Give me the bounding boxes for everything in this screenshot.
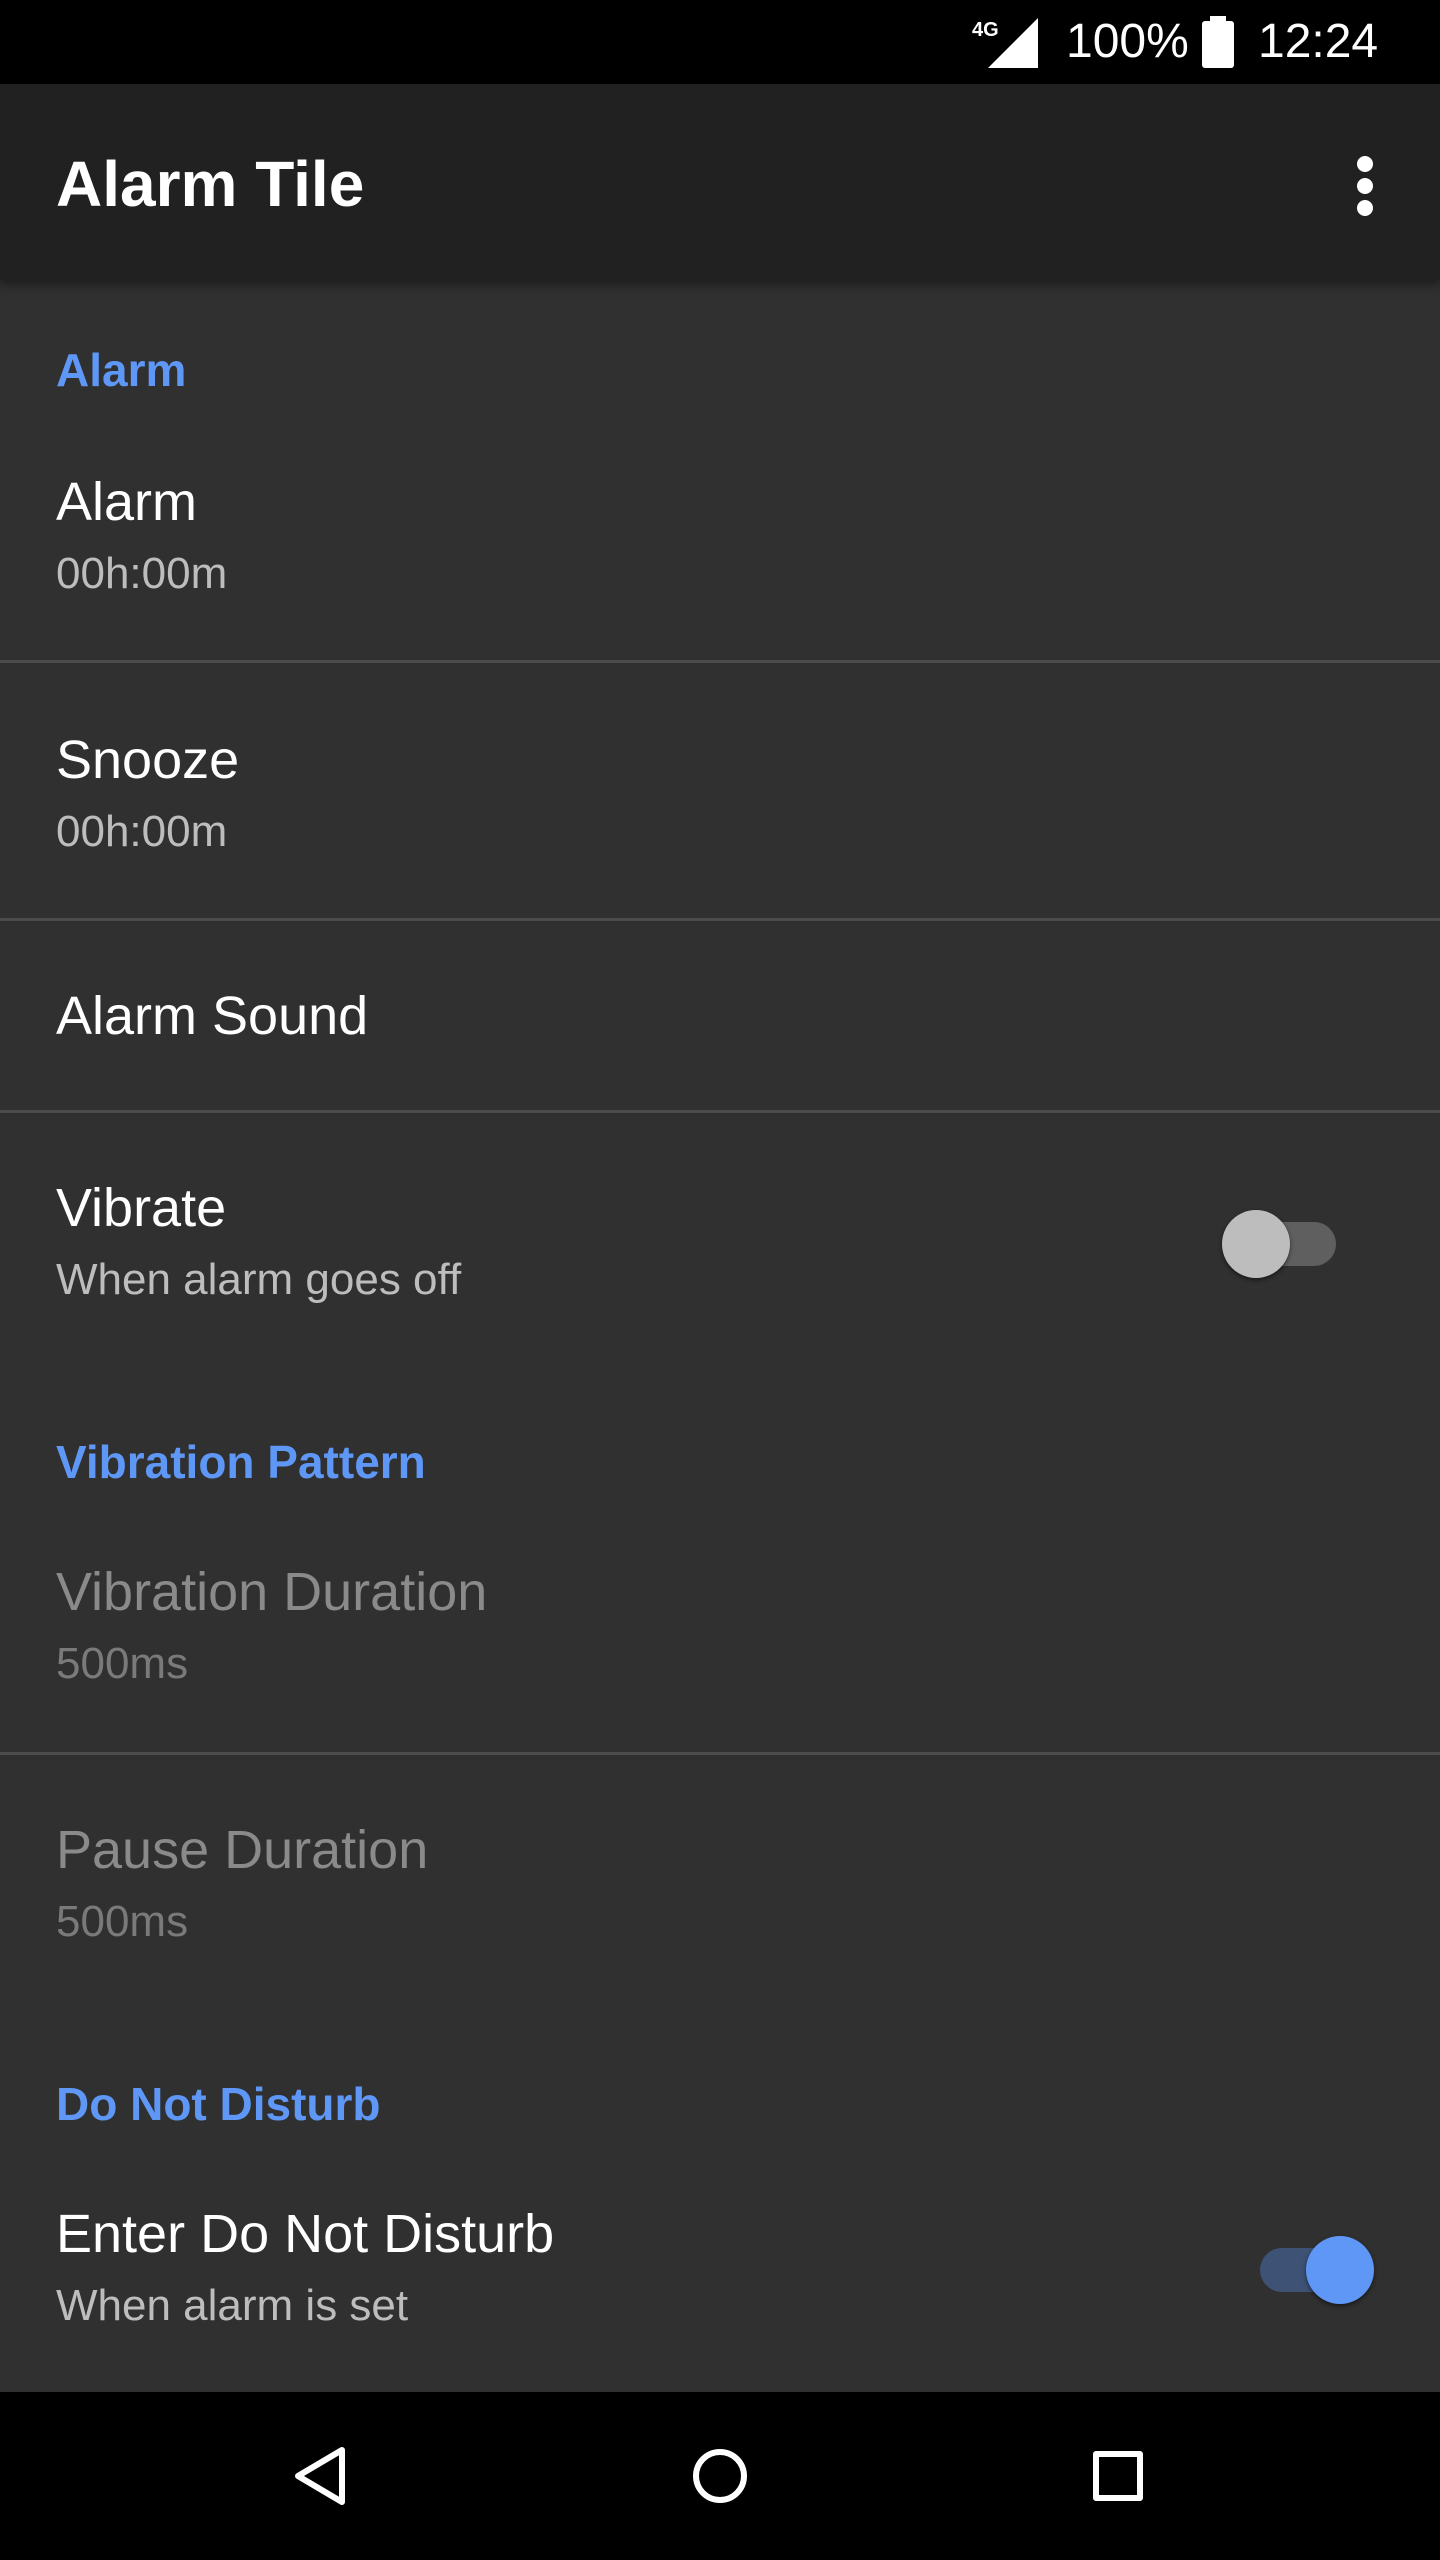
pref-snooze-summary: 00h:00m	[56, 807, 228, 856]
recents-button[interactable]	[1068, 2426, 1168, 2526]
pref-alarm-sound-title: Alarm Sound	[56, 986, 369, 1046]
battery-full-icon	[1200, 14, 1236, 70]
pref-alarm-summary: 00h:00m	[56, 549, 228, 598]
app-title: Alarm Tile	[56, 148, 365, 220]
home-icon	[693, 2449, 747, 2503]
more-vert-icon	[1357, 156, 1373, 216]
pref-snooze-title: Snooze	[56, 730, 240, 790]
back-button[interactable]	[272, 2426, 372, 2526]
pref-pause-duration-summary: 500ms	[56, 1897, 189, 1946]
pref-pause-duration-title: Pause Duration	[56, 1820, 429, 1880]
pref-enter-dnd-summary: When alarm is set	[56, 2281, 409, 2330]
recents-icon	[1093, 2451, 1143, 2501]
divider	[0, 1110, 1440, 1113]
more-options-button[interactable]	[1330, 144, 1400, 228]
svg-text:4G: 4G	[972, 19, 999, 41]
pref-vibration-duration-summary: 500ms	[56, 1639, 189, 1688]
pref-enter-dnd-title: Enter Do Not Disturb	[56, 2204, 555, 2264]
category-alarm: Alarm	[56, 344, 187, 396]
pref-alarm-title: Alarm	[56, 472, 198, 532]
enter-dnd-switch[interactable]	[1246, 2226, 1374, 2306]
navigation-bar	[0, 2392, 1440, 2560]
divider	[0, 918, 1440, 921]
back-icon	[295, 2447, 345, 2505]
preferences-list: Alarm Alarm 00h:00m Snooze 00h:00m Alarm…	[0, 280, 1440, 2392]
switch-thumb	[1306, 2236, 1374, 2304]
divider	[0, 1752, 1440, 1755]
app-bar: Alarm Tile	[0, 84, 1440, 280]
status-bar: 4G 100% 12:24	[0, 0, 1440, 84]
switch-thumb	[1222, 1210, 1290, 1278]
status-time: 12:24	[1258, 15, 1379, 68]
signal-4g-icon: 4G	[968, 14, 1040, 70]
pref-vibrate-title: Vibrate	[56, 1178, 227, 1238]
pref-vibrate-summary: When alarm goes off	[56, 1255, 462, 1304]
divider	[0, 660, 1440, 663]
category-do-not-disturb: Do Not Disturb	[56, 2078, 381, 2130]
battery-percent: 100%	[1066, 15, 1189, 68]
home-button[interactable]	[670, 2426, 770, 2526]
category-vibration-pattern: Vibration Pattern	[56, 1436, 426, 1488]
pref-vibration-duration-title: Vibration Duration	[56, 1562, 488, 1622]
vibrate-switch[interactable]	[1222, 1200, 1350, 1280]
